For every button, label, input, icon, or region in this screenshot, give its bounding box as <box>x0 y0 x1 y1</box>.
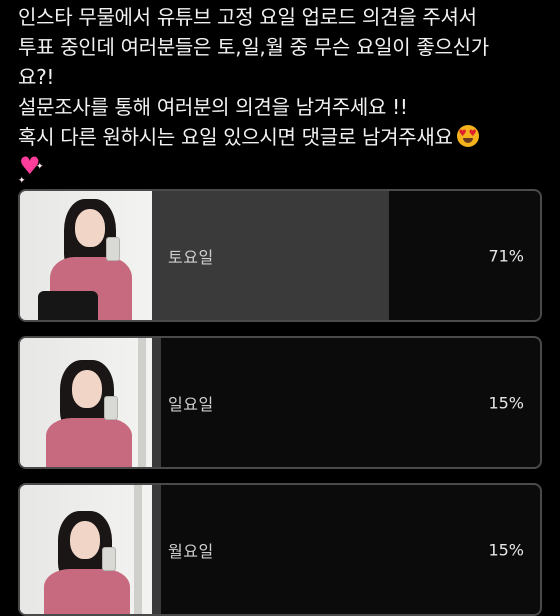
post-line-1: 인스타 무물에서 유튜브 고정 요일 업로드 의견을 주셔서 <box>18 5 477 29</box>
poll-option-percent: 15% <box>488 393 524 412</box>
poll-option-percent: 71% <box>488 246 524 265</box>
post-text: 인스타 무물에서 유튜브 고정 요일 업로드 의견을 주셔서 투표 중인데 여러… <box>18 2 548 186</box>
sparkling-heart-emoji-icon: ♥ ✦ ✦ <box>18 152 44 186</box>
poll-option-label: 월요일 <box>168 541 214 561</box>
poll-option-sunday[interactable]: 일요일 15% <box>18 336 542 469</box>
post-line-4: 설문조사를 통해 여러분의 의견을 남겨주세요 !! <box>18 95 408 119</box>
poll-option-photo <box>20 338 152 467</box>
poll-option-photo <box>20 191 152 320</box>
post-line-2: 투표 중인데 여러분들은 토,일,월 중 무슨 요일이 좋으신가 <box>18 35 489 59</box>
poll-option-label: 일요일 <box>168 394 214 414</box>
poll-option-photo <box>20 485 152 614</box>
poll-option-label: 토요일 <box>168 247 214 267</box>
post-line-5: 혹시 다른 원하시는 요일 있으시면 댓글로 남겨주새요 <box>18 125 453 149</box>
poll-option-saturday[interactable]: 토요일 71% <box>18 189 542 322</box>
heart-eyes-emoji-icon: ♥ ♥ <box>456 125 479 147</box>
post-line-3: 요?! <box>18 65 55 89</box>
post-line-6: ♥ ✦ ✦ <box>18 152 548 186</box>
poll-option-monday[interactable]: 월요일 15% <box>18 483 542 616</box>
poll-option-percent: 15% <box>488 540 524 559</box>
post-line-5-wrap: 혹시 다른 원하시는 요일 있으시면 댓글로 남겨주새요 ♥ ♥ <box>18 122 548 152</box>
